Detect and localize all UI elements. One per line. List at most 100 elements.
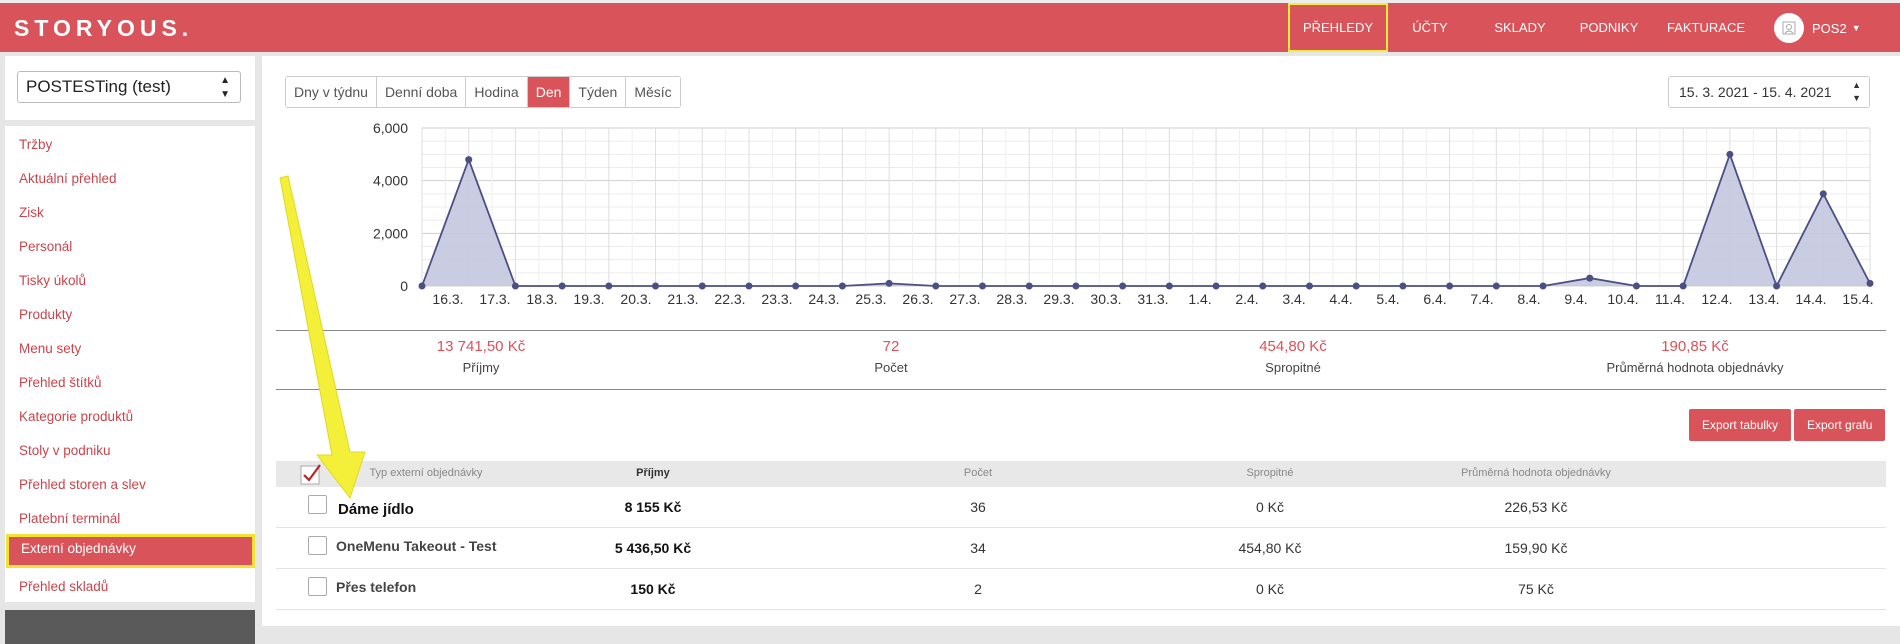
sidebar-item-zisk[interactable]: Zisk (5, 198, 255, 228)
x-tick-label: 9.4. (1564, 291, 1587, 307)
segment-dny-v-tydnu[interactable]: Dny v týdnu (286, 77, 377, 107)
venue-select[interactable]: POSTESTing (test) ▲ ▼ (17, 71, 241, 103)
x-tick-label: 7.4. (1470, 291, 1493, 307)
sidebar-item-storna-slevy[interactable]: Přehled storen a slev (5, 470, 255, 500)
data-point (1305, 282, 1313, 290)
sidebar-item-externi-objednavky[interactable]: Externí objednávky (6, 534, 255, 568)
user-menu[interactable]: POS2 ▼ (1774, 11, 1861, 45)
select-arrows-icon: ▲ ▼ (220, 75, 230, 100)
row-count: 36 (970, 499, 986, 515)
row-avg: 226,53 Kč (1504, 499, 1568, 515)
export-table-button[interactable]: Export tabulky (1689, 409, 1792, 441)
row-checkbox[interactable] (308, 495, 327, 514)
row-checkbox[interactable] (308, 536, 327, 555)
segment-denni-doba[interactable]: Denní doba (376, 77, 467, 107)
y-tick-label: 0 (400, 278, 408, 294)
data-point (932, 282, 940, 290)
sidebar-item-stoly[interactable]: Stoly v podniku (5, 436, 255, 466)
x-tick-label: 12.4. (1701, 291, 1732, 307)
data-point (745, 282, 753, 290)
row-avg: 159,90 Kč (1504, 540, 1568, 556)
header-type[interactable]: Typ externí objednávky (346, 467, 506, 479)
segment-mesic[interactable]: Měsíc (626, 77, 680, 107)
data-point (605, 282, 613, 290)
sidebar-item-prehled-stitku[interactable]: Přehled štítků (5, 368, 255, 398)
header-revenue[interactable]: Příjmy (573, 467, 733, 479)
x-tick-label: 11.4. (1655, 291, 1685, 307)
row-count: 2 (974, 581, 982, 597)
nav-sklady[interactable]: SKLADY (1488, 3, 1552, 52)
data-point (1679, 282, 1687, 290)
data-point (1539, 282, 1547, 290)
select-all-checkbox[interactable] (300, 463, 322, 485)
data-point (885, 279, 893, 287)
data-point (1025, 282, 1033, 290)
venue-select-value: POSTESTing (test) (26, 77, 171, 96)
sidebar-item-tisky-ukolu[interactable]: Tisky úkolů (5, 266, 255, 296)
sidebar-item-aktualni-prehled[interactable]: Aktuální přehled (5, 164, 255, 194)
chevron-down-icon: ▼ (1851, 23, 1861, 33)
data-point (1119, 282, 1127, 290)
nav-fakturace[interactable]: FAKTURACE (1660, 3, 1752, 52)
row-checkbox[interactable] (308, 577, 327, 596)
x-tick-label: 17.3. (479, 291, 510, 307)
sidebar-item-produkty[interactable]: Produkty (5, 300, 255, 330)
x-tick-label: 20.3. (620, 291, 651, 307)
y-tick-label: 2,000 (373, 225, 408, 241)
data-point (1726, 150, 1734, 158)
sidebar-item-menu-sety[interactable]: Menu sety (5, 334, 255, 364)
x-tick-label: 13.4. (1748, 291, 1779, 307)
data-point (1165, 282, 1173, 290)
header-avg[interactable]: Průměrná hodnota objednávky (1406, 467, 1666, 479)
table-row[interactable]: Dáme jídlo 8 155 Kč 36 0 Kč 226,53 Kč (276, 487, 1886, 528)
x-tick-label: 29.3. (1043, 291, 1074, 307)
nav-prehledy[interactable]: PŘEHLEDY (1288, 3, 1388, 52)
sidebar-item-prehled-skladu[interactable]: Přehled skladů (5, 572, 255, 602)
x-tick-label: 8.4. (1517, 291, 1540, 307)
data-point (1773, 282, 1781, 290)
data-point (1819, 190, 1827, 198)
export-chart-button[interactable]: Export grafu (1794, 409, 1886, 441)
row-type: Dáme jídlo (338, 501, 414, 518)
data-point (465, 156, 473, 164)
summary-avg-value: 190,85 Kč (1661, 338, 1729, 355)
nav-podniky[interactable]: PODNIKY (1574, 3, 1644, 52)
main-panel: Dny v týdnu Denní doba Hodina Den Týden … (262, 56, 1900, 626)
table-row[interactable]: OneMenu Takeout - Test 5 436,50 Kč 34 45… (276, 528, 1886, 569)
segment-den[interactable]: Den (527, 77, 571, 107)
summary-tips-label: Spropitné (1265, 360, 1321, 375)
segment-hodina[interactable]: Hodina (466, 77, 528, 107)
storyous-logo[interactable]: STORYOUS. (14, 15, 193, 42)
x-tick-label: 23.3. (761, 291, 792, 307)
row-tips: 0 Kč (1255, 499, 1284, 515)
sidebar-item-trzby[interactable]: Tržby (5, 130, 255, 160)
table-row[interactable]: Přes telefon 150 Kč 2 0 Kč 75 Kč (276, 569, 1886, 610)
data-point (1586, 274, 1594, 282)
x-tick-label: 3.4. (1282, 291, 1305, 307)
summary-strip: 13 741,50 Kč Příjmy 72 Počet 454,80 Kč S… (276, 330, 1886, 390)
data-point (511, 282, 519, 290)
summary-tips-value: 454,80 Kč (1259, 338, 1327, 355)
x-tick-label: 24.3. (808, 291, 839, 307)
header-count[interactable]: Počet (898, 467, 1058, 479)
summary-revenue-value: 13 741,50 Kč (436, 338, 526, 355)
row-tips: 0 Kč (1255, 581, 1284, 597)
data-point (1259, 282, 1267, 290)
row-avg: 75 Kč (1518, 581, 1554, 597)
summary-avg-label: Průměrná hodnota objednávky (1606, 360, 1784, 375)
x-tick-label: 22.3. (714, 291, 745, 307)
sidebar-menu: Tržby Aktuální přehled Zisk Personál Tis… (5, 126, 255, 602)
x-tick-label: 16.3. (432, 291, 463, 307)
sidebar-item-platebni-terminal[interactable]: Platební terminál (5, 504, 255, 534)
nav-ucty[interactable]: ÚČTY (1400, 3, 1460, 52)
revenue-area-chart: 0 2,000 4,000 6,000 16.3. 17.3. 18.3. 19.3. 20.3… (373, 120, 1874, 307)
data-point (1446, 282, 1454, 290)
segment-tyden[interactable]: Týden (570, 77, 627, 107)
header-tips[interactable]: Spropitné (1190, 467, 1350, 479)
x-tick-label: 6.4. (1423, 291, 1446, 307)
sidebar-item-kategorie-produktu[interactable]: Kategorie produktů (5, 402, 255, 432)
row-revenue: 5 436,50 Kč (614, 540, 692, 556)
date-range-select[interactable]: 15. 3. 2021 - 15. 4. 2021 ▲ ▼ (1668, 76, 1870, 108)
data-point (838, 282, 846, 290)
sidebar-item-personal[interactable]: Personál (5, 232, 255, 262)
